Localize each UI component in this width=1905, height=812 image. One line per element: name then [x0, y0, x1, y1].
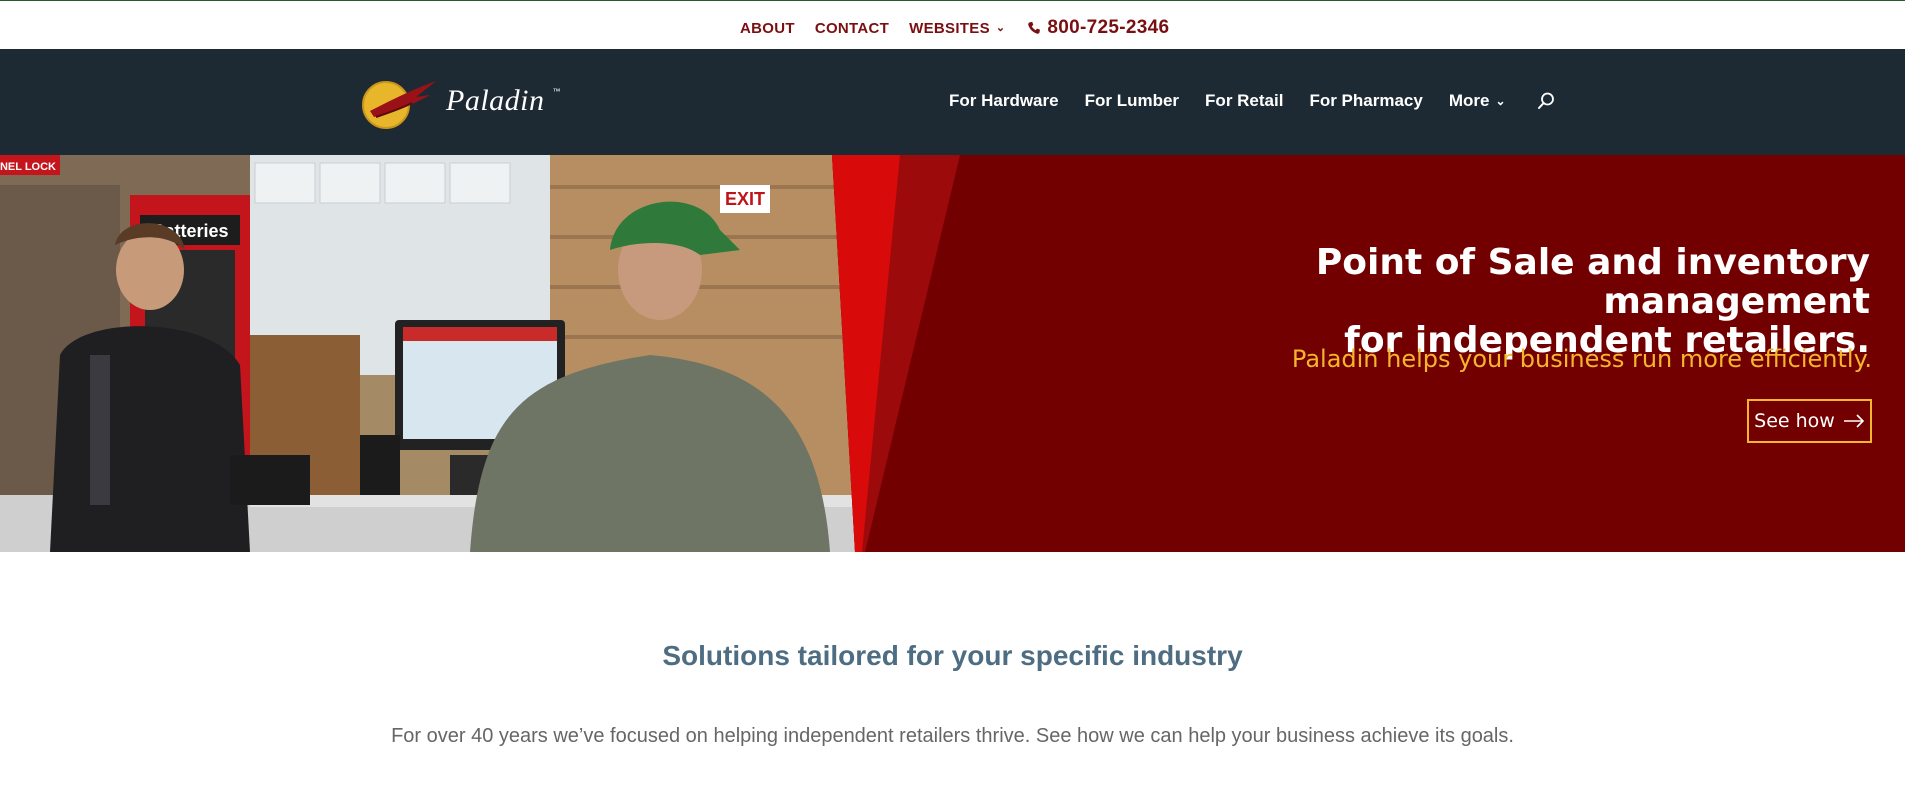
trademark-symbol: ™: [552, 87, 561, 96]
nav-for-retail[interactable]: For Retail: [1205, 91, 1283, 111]
see-how-button[interactable]: See how: [1747, 399, 1872, 443]
solutions-heading: Solutions tailored for your specific ind…: [662, 640, 1243, 671]
nav-websites-dropdown[interactable]: WEBSITES ⌄: [909, 20, 1005, 37]
hero-headline: Point of Sale and inventory management f…: [1090, 243, 1870, 360]
main-header: Paladin ™ For Hardware For Lumber For Re…: [0, 49, 1905, 155]
utility-bar: ABOUT CONTACT WEBSITES ⌄ 800-725-2346: [0, 0, 1905, 49]
paladin-logo[interactable]: Paladin ™: [356, 73, 561, 129]
arrow-right-icon: [1843, 414, 1864, 428]
phone-icon: [1028, 21, 1041, 34]
hero-subline: Paladin helps your business run more eff…: [1291, 345, 1872, 373]
phone-number: 800-725-2346: [1047, 17, 1170, 38]
headline-line-1: Point of Sale and inventory management: [1315, 242, 1870, 322]
hero-banner: EXIT Batteries NEL LOCK Point of Sale an…: [0, 155, 1905, 552]
nav-about-link[interactable]: ABOUT: [740, 20, 795, 37]
more-label: More: [1448, 91, 1490, 110]
chevron-down-icon: ⌄: [995, 21, 1006, 34]
paladin-emblem-icon: [362, 81, 436, 129]
see-how-label: See how: [1754, 410, 1835, 432]
solutions-description: For over 40 years we’ve focused on helpi…: [391, 725, 1514, 747]
nav-for-lumber[interactable]: For Lumber: [1085, 91, 1179, 111]
phone-link[interactable]: 800-725-2346: [1027, 17, 1169, 39]
websites-label: WEBSITES: [909, 19, 990, 37]
utility-nav: ABOUT CONTACT WEBSITES ⌄ 800-725-2346: [740, 17, 1169, 39]
chevron-down-icon: ⌄: [1495, 94, 1506, 108]
primary-nav: For Hardware For Lumber For Retail For P…: [949, 91, 1556, 111]
nav-more-dropdown[interactable]: More ⌄: [1449, 91, 1506, 111]
search-icon[interactable]: [1536, 91, 1556, 111]
nav-for-pharmacy[interactable]: For Pharmacy: [1309, 91, 1422, 111]
brand-name: Paladin: [446, 84, 545, 117]
nav-contact-link[interactable]: CONTACT: [815, 20, 889, 37]
nav-for-hardware[interactable]: For Hardware: [949, 91, 1059, 111]
